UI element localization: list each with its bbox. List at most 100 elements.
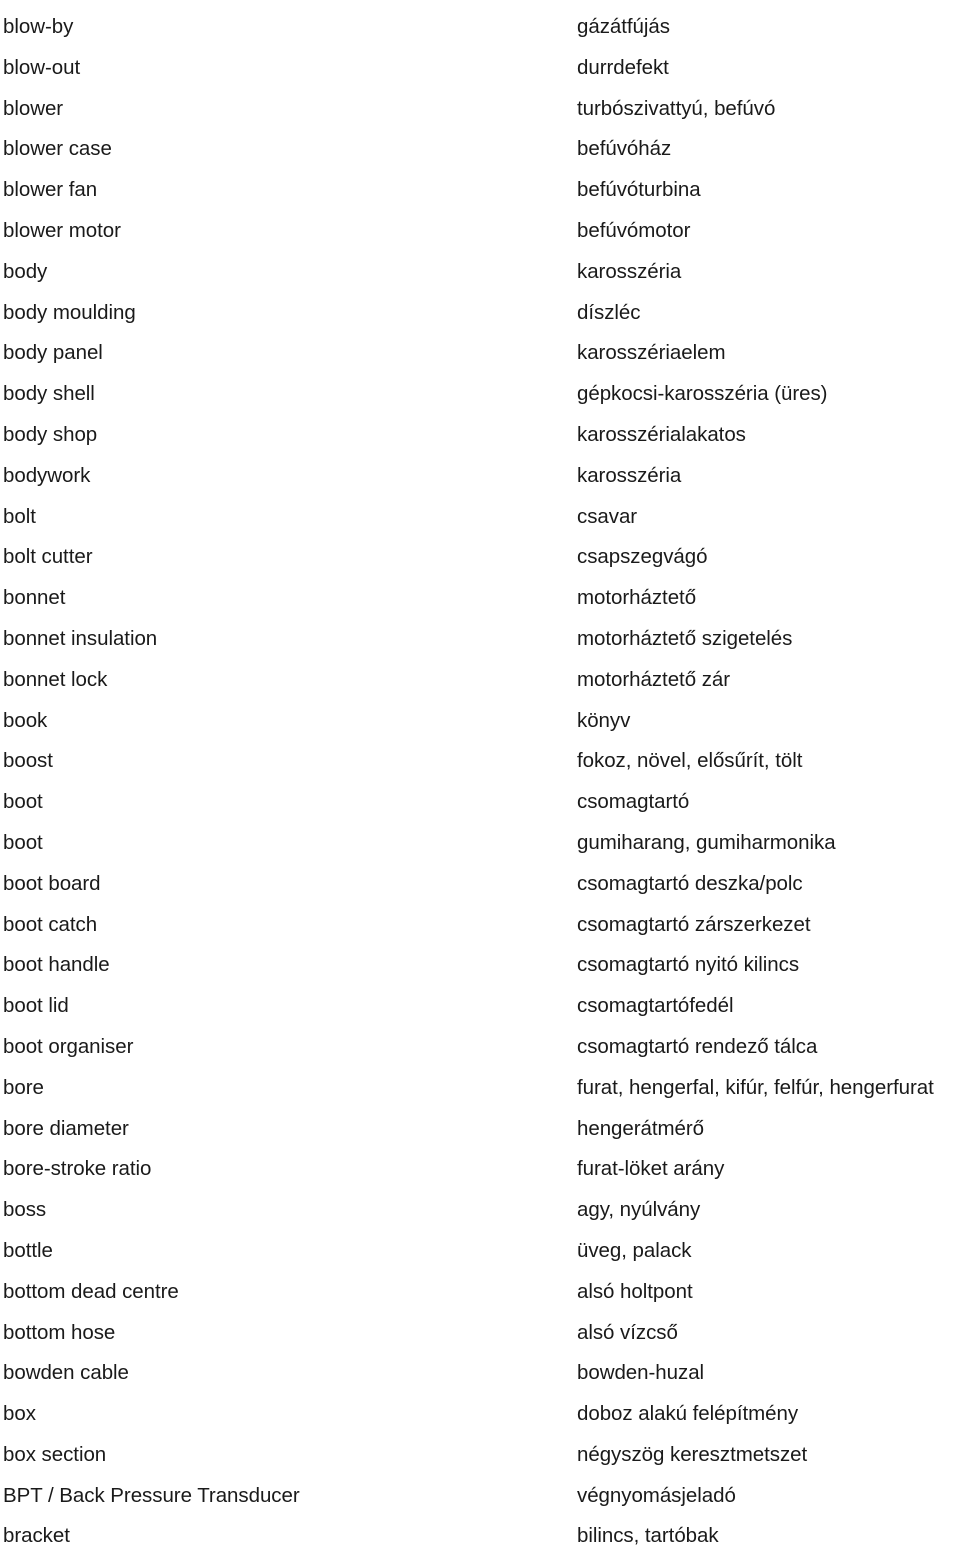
glossary-entry: bore furat, hengerfal, kifúr, felfúr, hen… [0, 1068, 960, 1109]
glossary-entry: bore diameter hengerátmérő [0, 1109, 960, 1150]
glossary-term: bonnet [3, 586, 66, 610]
glossary-entry: book könyv [0, 701, 960, 742]
glossary-entry: blower turbószivattyú, befúvó [0, 89, 960, 130]
glossary-definition: fokoz, növel, elősűrít, tölt [577, 749, 803, 773]
glossary-term: boot catch [3, 912, 98, 936]
glossary-term: bolt cutter [3, 545, 93, 569]
glossary-definition: csomagtartófedél [577, 994, 734, 1018]
glossary-term: bonnet lock [3, 667, 108, 691]
glossary-term: blow-by [3, 15, 74, 38]
glossary-entry: body shell gépkocsi-karosszéria (üres) [0, 374, 960, 415]
glossary-term: bottle [3, 1238, 53, 1262]
glossary-entry: body moulding díszléc [0, 293, 960, 334]
glossary-entry: BPT / Back Pressure Transducer végnyomásj… [0, 1476, 960, 1517]
glossary-entry: bracket bilincs, tartóbak [0, 1516, 960, 1557]
glossary-term: bore [3, 1075, 44, 1099]
glossary-definition: csomagtartó rendező tálca [577, 1034, 818, 1058]
glossary-term: box [3, 1402, 36, 1426]
glossary-term: bore diameter [3, 1116, 129, 1140]
glossary-term: bottom hose [3, 1320, 116, 1344]
glossary-entry: bolt csavar [0, 497, 960, 538]
glossary-term: blow-out [3, 55, 81, 79]
glossary-list: blow-by gázátfújás blow-out durrdefekt blowe… [0, 0, 960, 1547]
glossary-definition: motorháztető zár [577, 667, 731, 691]
glossary-term: bolt [3, 504, 36, 528]
glossary-term: bottom dead centre [3, 1279, 179, 1303]
glossary-definition: turbószivattyú, befúvó [577, 96, 776, 120]
glossary-term: blower case [3, 137, 112, 161]
glossary-definition: alsó holtpont [577, 1279, 693, 1303]
glossary-entry: box section négyszög keresztmetszet [0, 1435, 960, 1476]
glossary-definition: karosszériaelem [577, 341, 726, 365]
glossary-definition: motorháztető szigetelés [577, 626, 793, 650]
glossary-entry: bonnet motorháztető [0, 578, 960, 619]
glossary-term: box section [3, 1442, 107, 1466]
glossary-term: boot lid [3, 994, 69, 1018]
glossary-entry: bore-stroke ratio furat-löket arány [0, 1149, 960, 1190]
glossary-entry: boot catch csomagtartó zárszerkezet [0, 905, 960, 946]
glossary-definition: befúvóház [577, 137, 672, 161]
glossary-term: body moulding [3, 300, 136, 324]
glossary-definition: befúvómotor [577, 218, 691, 242]
glossary-term: BPT / Back Pressure Transducer [3, 1483, 300, 1507]
glossary-term: boot [3, 790, 43, 814]
glossary-entry: boot gumiharang, gumiharmonika [0, 823, 960, 864]
glossary-definition: karosszéria [577, 259, 682, 283]
glossary-term: body shop [3, 422, 98, 446]
glossary-term: book [3, 708, 48, 732]
glossary-term: boot board [3, 871, 101, 895]
glossary-entry: boot csomagtartó [0, 782, 960, 823]
glossary-definition: gázátfújás [577, 15, 670, 38]
glossary-entry: blow-by gázátfújás [0, 7, 960, 48]
glossary-entry: bonnet insulation motorháztető szigetelés [0, 619, 960, 660]
glossary-definition: üveg, palack [577, 1238, 692, 1262]
glossary-term: body panel [3, 341, 103, 365]
glossary-definition: négyszög keresztmetszet [577, 1442, 808, 1466]
glossary-entry: bowden cable bowden-huzal [0, 1353, 960, 1394]
glossary-term: bodywork [3, 463, 91, 487]
glossary-definition: bilincs, tartóbak [577, 1524, 719, 1548]
glossary-term: boot organiser [3, 1034, 134, 1058]
glossary-term: bonnet insulation [3, 626, 158, 650]
glossary-term: blower [3, 96, 64, 120]
glossary-definition: gépkocsi-karosszéria (üres) [577, 382, 828, 406]
glossary-definition: csapszegvágó [577, 545, 708, 569]
glossary-entry: blower case befúvóház [0, 129, 960, 170]
glossary-term: bore-stroke ratio [3, 1157, 152, 1181]
glossary-entry: blow-out durrdefekt [0, 48, 960, 89]
glossary-term: blower motor [3, 218, 121, 242]
glossary-entry: boot board csomagtartó deszka/polc [0, 864, 960, 905]
glossary-definition: csomagtartó [577, 790, 690, 814]
glossary-definition: karosszéria [577, 463, 682, 487]
glossary-definition: végnyomásjeladó [577, 1483, 736, 1507]
glossary-entry: box doboz alakú felépítmény [0, 1394, 960, 1435]
glossary-entry: bottle üveg, palack [0, 1231, 960, 1272]
glossary-entry: boss agy, nyúlvány [0, 1190, 960, 1231]
glossary-term: body shell [3, 382, 95, 406]
glossary-entry: body shop karosszérialakatos [0, 415, 960, 456]
glossary-definition: befúvóturbina [577, 178, 701, 202]
glossary-definition: csomagtartó deszka/polc [577, 871, 803, 895]
glossary-term: boot [3, 830, 43, 854]
glossary-definition: doboz alakú felépítmény [577, 1402, 799, 1426]
glossary-entry: boot handle csomagtartó nyitó kilincs [0, 945, 960, 986]
glossary-term: boot handle [3, 953, 110, 977]
glossary-entry: bottom dead centre alsó holtpont [0, 1272, 960, 1313]
glossary-term: boss [3, 1198, 47, 1222]
glossary-entry: body karosszéria [0, 252, 960, 293]
glossary-definition: bowden-huzal [577, 1361, 705, 1385]
glossary-definition: furat-löket arány [577, 1157, 725, 1181]
glossary-entry: bolt cutter csapszegvágó [0, 537, 960, 578]
glossary-definition: csavar [577, 504, 638, 528]
glossary-definition: könyv [577, 708, 631, 732]
glossary-entry: boot organiser csomagtartó rendező tálca [0, 1027, 960, 1068]
glossary-definition: furat, hengerfal, kifúr, felfúr, hengerf… [577, 1075, 934, 1099]
glossary-definition: agy, nyúlvány [577, 1198, 701, 1222]
glossary-definition: durrdefekt [577, 55, 669, 79]
glossary-definition: díszléc [577, 300, 641, 324]
glossary-term: body [3, 259, 48, 283]
glossary-definition: motorháztető [577, 586, 697, 610]
glossary-entry: boot lid csomagtartófedél [0, 986, 960, 1027]
glossary-entry: bonnet lock motorháztető zár [0, 660, 960, 701]
glossary-definition: alsó vízcső [577, 1320, 678, 1344]
